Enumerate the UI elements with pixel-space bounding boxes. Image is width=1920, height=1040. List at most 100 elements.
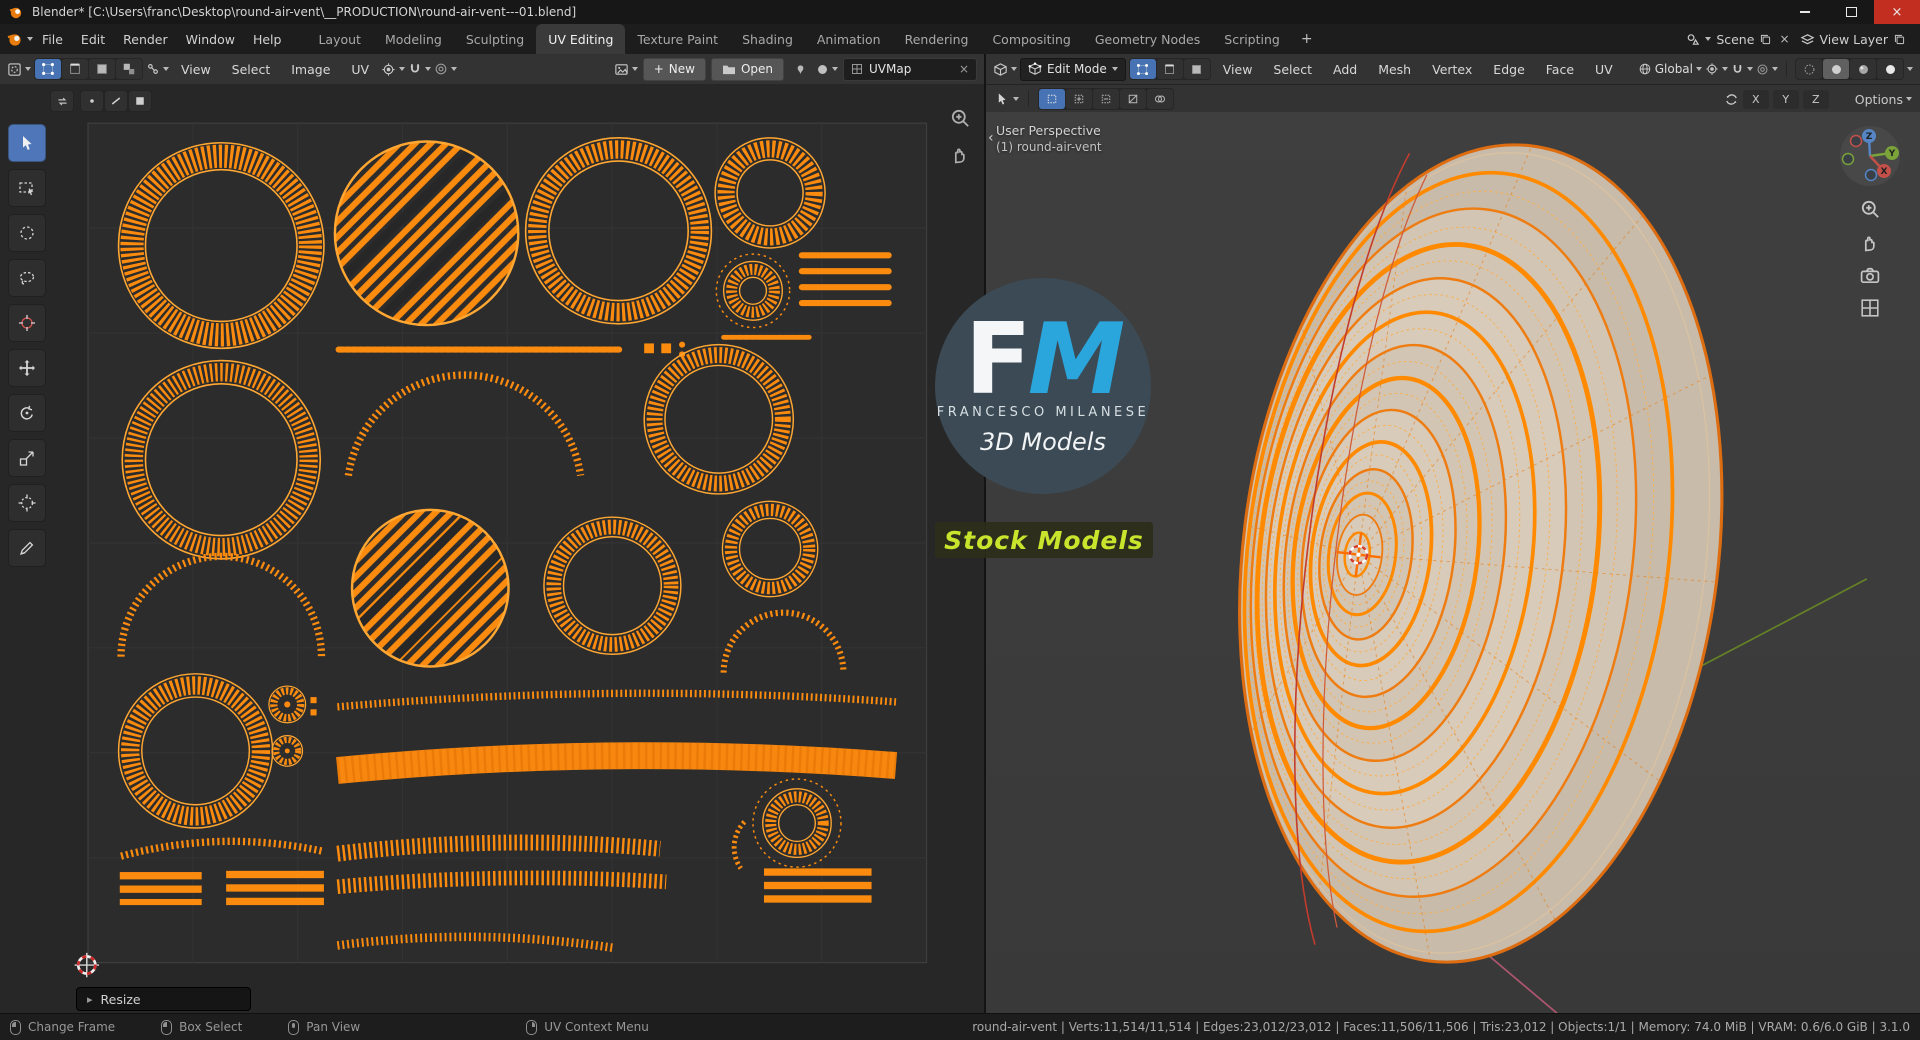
annotate-tool-button[interactable] xyxy=(8,529,46,567)
copy-icon[interactable] xyxy=(1759,33,1772,46)
snap-toggle[interactable] xyxy=(1731,58,1753,80)
pin-button[interactable] xyxy=(789,58,811,80)
clear-uvmap-icon[interactable]: × xyxy=(959,62,969,76)
tab-uv-editing[interactable]: UV Editing xyxy=(536,24,626,54)
camera-view-icon[interactable] xyxy=(1858,263,1882,287)
menu-edit[interactable]: Edit xyxy=(72,29,114,50)
select-circle-tool-button[interactable] xyxy=(8,214,46,252)
uv-overlay-vertex-button[interactable] xyxy=(81,91,103,111)
tab-geometry-nodes[interactable]: Geometry Nodes xyxy=(1083,24,1212,54)
v3d-menu-mesh[interactable]: Mesh xyxy=(1369,59,1420,80)
orientation-gizmo[interactable]: Z Y X xyxy=(1838,124,1902,188)
view-layer-picker[interactable]: View Layer xyxy=(1800,32,1907,47)
mirror-z-toggle[interactable]: Z xyxy=(1802,89,1829,109)
uvmap-field[interactable]: UVMap × xyxy=(843,57,977,81)
cursor-tool-button[interactable] xyxy=(8,304,46,342)
tab-scripting[interactable]: Scripting xyxy=(1212,24,1292,54)
new-image-button[interactable]: + New xyxy=(642,57,706,81)
open-image-button[interactable]: Open xyxy=(710,57,784,81)
face-select-button[interactable] xyxy=(1183,59,1210,79)
uv-menu-view[interactable]: View xyxy=(172,59,220,80)
menu-render[interactable]: Render xyxy=(114,29,177,50)
active-tool-button[interactable] xyxy=(994,88,1019,110)
uv-sync-selection-button[interactable] xyxy=(51,91,73,111)
options-dropdown[interactable]: Options xyxy=(1855,88,1912,110)
close-button[interactable]: × xyxy=(1874,0,1920,24)
round-air-vent-mesh[interactable] xyxy=(1194,117,1767,989)
move-tool-button[interactable] xyxy=(8,349,46,387)
add-workspace-button[interactable]: + xyxy=(1292,24,1322,54)
pan-hand-icon[interactable] xyxy=(948,142,972,166)
pan-hand-icon[interactable] xyxy=(1858,230,1882,254)
v3d-menu-vertex[interactable]: Vertex xyxy=(1423,59,1481,80)
select-box-tool-button[interactable] xyxy=(8,169,46,207)
rotate-tool-button[interactable] xyxy=(8,394,46,432)
tab-sculpting[interactable]: Sculpting xyxy=(454,24,536,54)
select-intersect-button[interactable] xyxy=(1147,89,1173,109)
v3d-menu-uv[interactable]: UV xyxy=(1586,59,1622,80)
uv-menu-image[interactable]: Image xyxy=(282,59,339,80)
uv-menu-uv[interactable]: UV xyxy=(342,59,378,80)
v3d-menu-add[interactable]: Add xyxy=(1324,59,1366,80)
tweak-tool-button[interactable] xyxy=(8,124,46,162)
uv-sticky-select-button[interactable] xyxy=(146,58,169,80)
v3d-menu-view[interactable]: View xyxy=(1214,59,1262,80)
uv-select-island-button[interactable] xyxy=(116,59,142,79)
uv-overlay-edge-button[interactable] xyxy=(105,91,127,111)
tab-modeling[interactable]: Modeling xyxy=(373,24,454,54)
unlink-icon[interactable]: × xyxy=(1777,32,1791,46)
viewport-editor-type-button[interactable] xyxy=(993,58,1017,80)
menu-help[interactable]: Help xyxy=(244,29,291,50)
mirror-y-toggle[interactable]: Y xyxy=(1772,89,1799,109)
tab-texture-paint[interactable]: Texture Paint xyxy=(625,24,730,54)
menu-file[interactable]: File xyxy=(33,29,72,50)
blender-menu-button[interactable] xyxy=(6,28,33,50)
v3d-menu-select[interactable]: Select xyxy=(1264,59,1321,80)
uv-overlay-face-button[interactable] xyxy=(129,91,151,111)
material-shading-button[interactable] xyxy=(1850,59,1876,79)
proportional-edit-toggle[interactable] xyxy=(1756,58,1778,80)
display-channels-button[interactable] xyxy=(816,58,838,80)
zoom-icon[interactable] xyxy=(1858,197,1882,221)
uv-select-face-button[interactable] xyxy=(89,59,115,79)
tab-layout[interactable]: Layout xyxy=(306,24,373,54)
edge-select-button[interactable] xyxy=(1156,59,1183,79)
solid-shading-button[interactable] xyxy=(1823,59,1849,79)
scene-picker[interactable]: Scene × xyxy=(1685,32,1791,47)
v3d-menu-face[interactable]: Face xyxy=(1537,59,1583,80)
tab-rendering[interactable]: Rendering xyxy=(893,24,981,54)
mode-dropdown[interactable]: Edit Mode xyxy=(1020,57,1126,81)
vertex-select-button[interactable] xyxy=(1129,59,1156,79)
resize-operator-panel[interactable]: ▸ Resize xyxy=(76,987,251,1011)
uv-select-edge-button[interactable] xyxy=(62,59,88,79)
tab-animation[interactable]: Animation xyxy=(805,24,893,54)
tab-shading[interactable]: Shading xyxy=(730,24,805,54)
maximize-button[interactable] xyxy=(1828,0,1874,24)
uv-menu-select[interactable]: Select xyxy=(223,59,280,80)
select-set-button[interactable] xyxy=(1039,89,1065,109)
minimize-button[interactable] xyxy=(1782,0,1828,24)
transform-orientation-dropdown[interactable]: Global xyxy=(1638,58,1702,80)
select-subtract-button[interactable] xyxy=(1093,89,1119,109)
menu-window[interactable]: Window xyxy=(177,29,244,50)
tab-compositing[interactable]: Compositing xyxy=(980,24,1082,54)
transform-tool-button[interactable] xyxy=(8,484,46,522)
copy-icon[interactable] xyxy=(1893,33,1906,46)
mirror-x-toggle[interactable]: X xyxy=(1742,89,1769,109)
uv-select-vertex-button[interactable] xyxy=(35,59,61,79)
select-invert-button[interactable] xyxy=(1120,89,1146,109)
uv-image-browse-button[interactable] xyxy=(614,58,638,80)
scale-tool-button[interactable] xyxy=(8,439,46,477)
region-collapse-icon[interactable]: ‹ xyxy=(988,130,994,146)
select-extend-button[interactable] xyxy=(1066,89,1092,109)
ortho-grid-icon[interactable] xyxy=(1858,296,1882,320)
uv-snap-button[interactable] xyxy=(408,58,432,80)
viewport-canvas[interactable]: ‹ User Perspective (1) round-air-vent Z … xyxy=(986,112,1920,1014)
rendered-shading-button[interactable] xyxy=(1877,59,1903,79)
v3d-menu-edge[interactable]: Edge xyxy=(1484,59,1533,80)
select-lasso-tool-button[interactable] xyxy=(8,259,46,297)
uv-pivot-button[interactable] xyxy=(381,58,406,80)
pivot-point-dropdown[interactable] xyxy=(1705,58,1728,80)
wireframe-shading-button[interactable] xyxy=(1796,59,1822,79)
uv-proportional-edit-button[interactable] xyxy=(434,58,458,80)
